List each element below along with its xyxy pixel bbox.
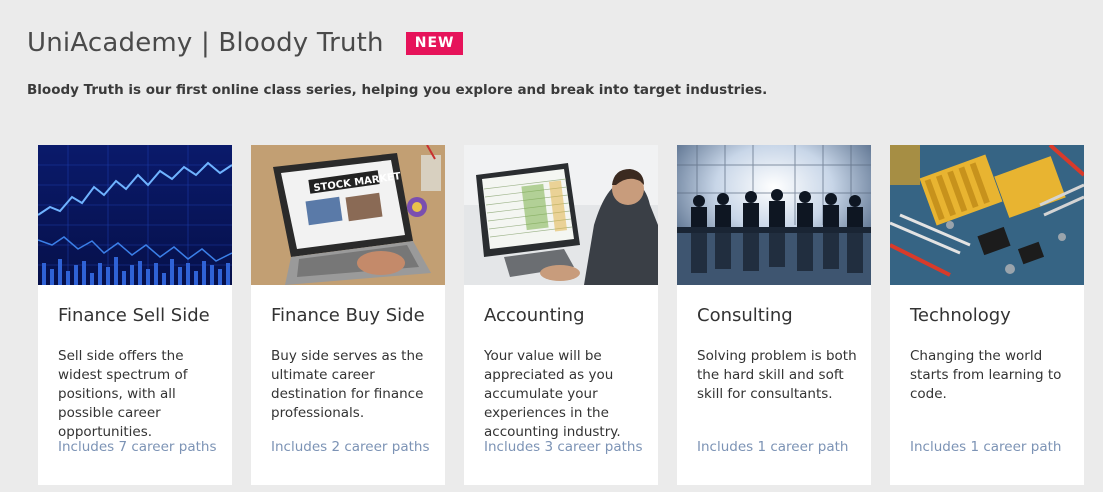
page-title: UniAcademy | Bloody Truth	[27, 28, 384, 58]
circuit-board-image[interactable]	[890, 145, 1084, 285]
card-title[interactable]: Accounting	[484, 305, 585, 326]
card-title[interactable]: Finance Sell Side	[58, 305, 210, 326]
card-description: Solving problem is both the hard skill a…	[697, 348, 857, 402]
industry-cards: Finance Sell Side Sell side offers the w…	[38, 145, 1088, 492]
laptop-stock-market-image[interactable]: STOCK MARKET	[251, 145, 445, 285]
boardroom-meeting-image[interactable]	[677, 145, 871, 285]
career-paths-link[interactable]: Includes 1 career path	[910, 439, 1061, 455]
page-subtitle: Bloody Truth is our first online class s…	[27, 82, 768, 98]
career-paths-link[interactable]: Includes 2 career paths	[271, 439, 429, 455]
stock-chart-image[interactable]	[38, 145, 232, 285]
career-paths-link[interactable]: Includes 7 career paths	[58, 439, 216, 455]
card-description: Your value will be appreciated as you ac…	[484, 348, 621, 440]
card-title[interactable]: Technology	[910, 305, 1011, 326]
career-paths-link[interactable]: Includes 3 career paths	[484, 439, 642, 455]
new-badge: NEW	[405, 31, 464, 55]
card-title[interactable]: Finance Buy Side	[271, 305, 425, 326]
card-consulting[interactable]: Consulting Solving problem is both the h…	[677, 145, 871, 485]
spreadsheet-analyst-image[interactable]	[464, 145, 658, 285]
header: UniAcademy | Bloody Truth NEW	[27, 28, 464, 58]
card-technology[interactable]: Technology Changing the world starts fro…	[890, 145, 1084, 485]
card-title[interactable]: Consulting	[697, 305, 793, 326]
card-description: Changing the world starts from learning …	[910, 348, 1062, 402]
card-description: Buy side serves as the ultimate career d…	[271, 348, 424, 421]
card-finance-sell-side[interactable]: Finance Sell Side Sell side offers the w…	[38, 145, 232, 485]
career-paths-link[interactable]: Includes 1 career path	[697, 439, 848, 455]
card-finance-buy-side[interactable]: STOCK MARKET Finance Buy Side Buy side s…	[251, 145, 445, 485]
card-description: Sell side offers the widest spectrum of …	[58, 348, 188, 440]
page: UniAcademy | Bloody Truth NEW Bloody Tru…	[0, 0, 1103, 492]
card-accounting[interactable]: Accounting Your value will be appreciate…	[464, 145, 658, 485]
